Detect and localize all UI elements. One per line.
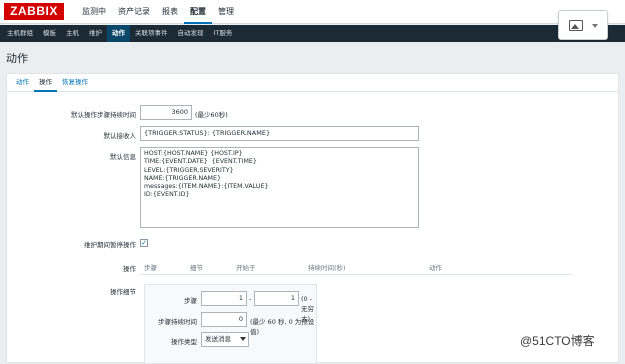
main-menu-item-configuration[interactable]: 配置 [184,0,212,24]
tab-operations[interactable]: 操作 [34,74,57,92]
tab-bar: 动作 操作 恢复操作 [7,74,618,92]
page-title: 动作 [6,52,28,65]
action-form-panel: 动作 操作 恢复操作 默认操作步骤持续时间 3600 (最少60秒) 默认接收人… [6,73,619,364]
tab-recovery-operations[interactable]: 恢复操作 [57,74,93,92]
operations-column-steps: 步骤 [144,264,157,272]
default-step-duration-label: 默认操作步骤持续时间 [71,111,136,119]
tab-action[interactable]: 动作 [11,74,34,92]
operations-column-details: 细节 [190,264,203,272]
sub-menu-item-discovery[interactable]: 自动发现 [173,25,209,42]
operations-label: 操作 [123,265,136,273]
main-menu-item-administration[interactable]: 管理 [212,0,240,24]
sub-menu-item-event-correlation[interactable]: 关联项事件 [130,25,173,42]
user-menu-button[interactable] [558,10,608,40]
steps-label: 步骤 [184,297,197,305]
operation-type-value: 发送消息 [205,335,231,343]
operation-type-select[interactable]: 发送消息 [201,332,249,347]
sub-menu: 主机群组 模板 主机 维护 动作 关联项事件 自动发现 IT服务 [0,25,625,42]
steps-separator: - [249,295,252,303]
operation-details-box: 步骤 1 - 1 (0 - 无穷大) 步骤持续时间 0 (最少 60 秒, 0 … [144,284,317,364]
sub-menu-item-it-services[interactable]: IT服务 [209,25,238,42]
steps-to-input[interactable]: 1 [254,291,299,306]
main-menu: 监测中 资产记录 报表 配置 管理 [76,0,240,24]
default-message-label: 默认信息 [110,153,136,161]
default-step-duration-hint: (最少60秒) [195,111,228,119]
sub-menu-item-host-groups[interactable]: 主机群组 [2,25,38,42]
step-duration-input[interactable]: 0 [201,312,247,327]
operations-column-start-in: 开始于 [236,264,256,272]
pause-in-maintenance-label: 维护期间暂停操作 [84,241,136,249]
watermark-text: @51CTO博客 [520,334,595,348]
operations-column-action: 动作 [429,264,442,272]
main-menu-item-monitoring[interactable]: 监测中 [76,0,112,24]
sub-menu-item-actions[interactable]: 动作 [107,25,130,42]
image-icon [569,20,583,31]
step-duration-hint: (最少 60 秒, 0 为预设值) [250,318,315,336]
operation-details-label: 操作细节 [110,288,136,296]
main-menu-item-reports[interactable]: 报表 [156,0,184,24]
chevron-down-icon [240,337,246,341]
default-recipient-input[interactable]: {TRIGGER.STATUS}: {TRIGGER.NAME} [140,126,419,141]
default-recipient-label: 默认接收人 [103,132,137,140]
zabbix-logo[interactable]: ZABBIX [4,3,64,20]
sub-menu-item-hosts[interactable]: 主机 [61,25,84,42]
operations-column-duration: 持续时间(秒) [308,264,346,272]
top-bar: ZABBIX 监测中 资产记录 报表 配置 管理 [0,0,625,24]
default-step-duration-input[interactable]: 3600 [140,105,192,120]
steps-from-input[interactable]: 1 [201,291,247,306]
main-menu-item-inventory[interactable]: 资产记录 [112,0,156,24]
default-message-textarea[interactable]: HOST:{HOST.NAME} {HOST.IP} TIME:{EVENT.D… [140,147,419,228]
pause-in-maintenance-checkbox[interactable]: ✓ [140,239,148,247]
operations-table-header: 步骤 细节 开始于 持续时间(秒) 动作 [140,259,572,275]
chevron-down-icon [592,24,598,28]
sub-menu-item-maintenance[interactable]: 维护 [84,25,107,42]
sub-menu-item-templates[interactable]: 模板 [38,25,61,42]
operation-type-label: 操作类型 [171,338,197,346]
step-duration-label: 步骤持续时间 [158,318,197,326]
